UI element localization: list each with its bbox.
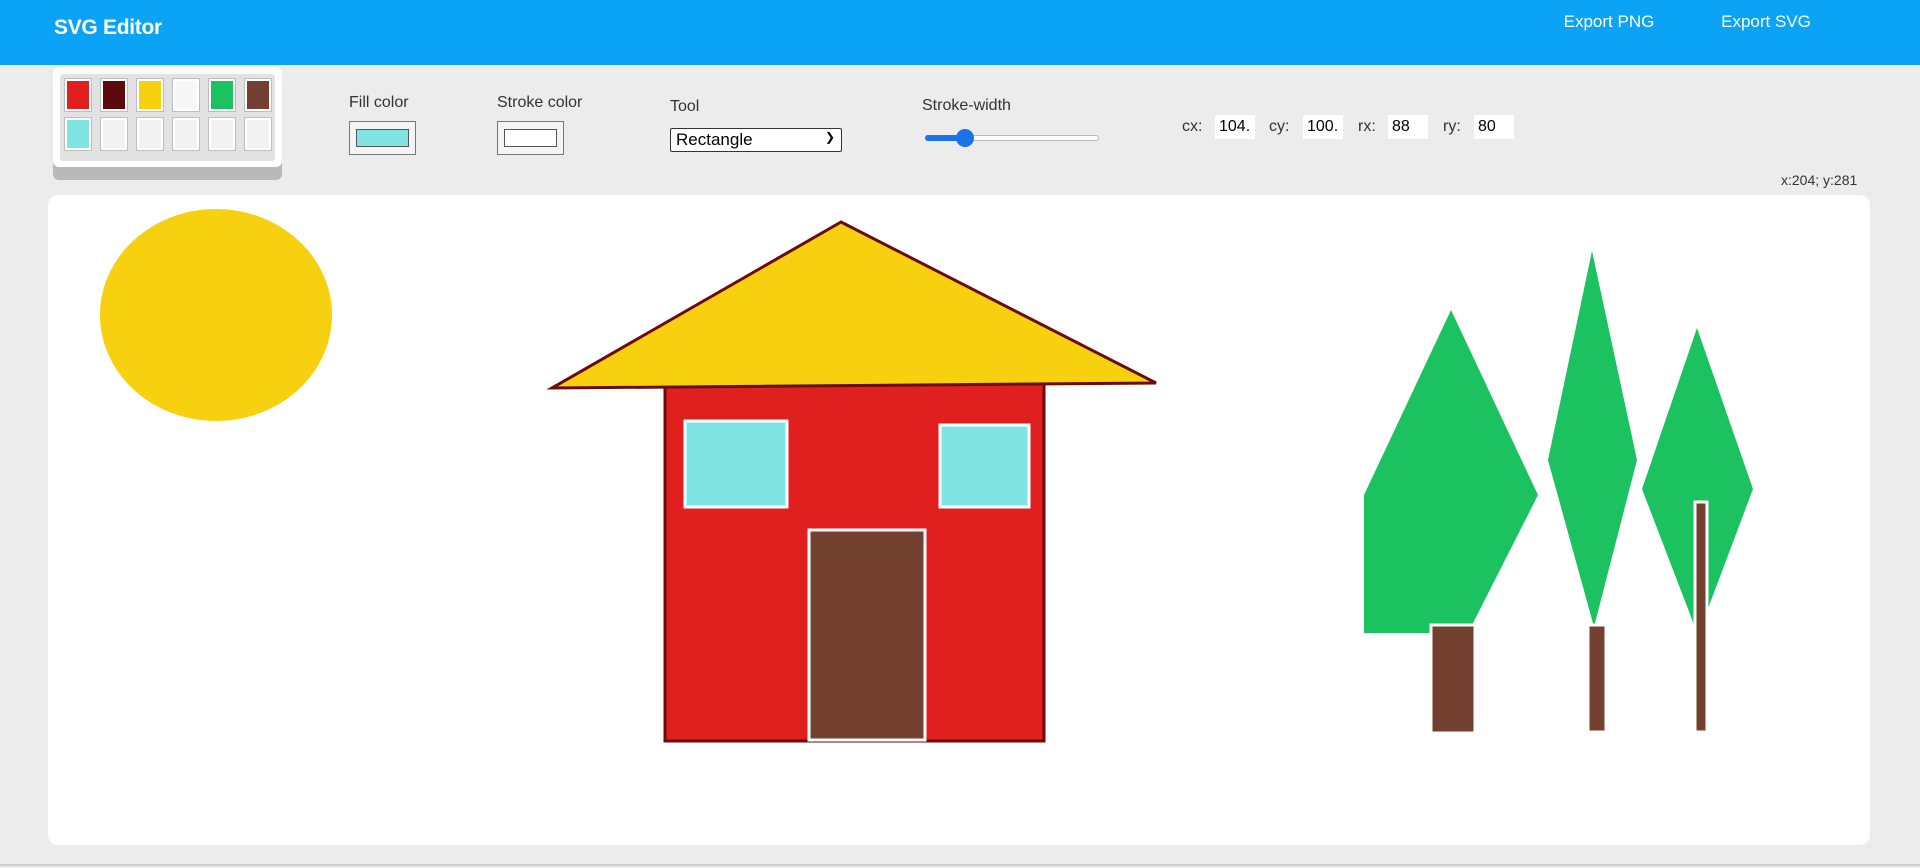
stroke-color-preview [504,129,557,147]
palette-swatch-11[interactable] [208,117,236,151]
door-rect[interactable] [807,528,927,742]
palette-swatch-6[interactable] [244,78,272,112]
stroke-width-slider[interactable] [925,129,1099,147]
canvas-svg[interactable] [48,195,1870,845]
tree-trunk-1[interactable] [1429,623,1477,735]
stroke-color-picker[interactable] [497,121,564,155]
palette-swatch-1[interactable] [64,78,92,112]
window-left[interactable] [683,419,789,509]
app-title: SVG Editor [54,16,162,39]
fill-color-preview [356,129,409,147]
cx-input[interactable] [1215,115,1255,139]
tool-label: Tool [670,98,700,115]
palette-swatch-3[interactable] [136,78,164,112]
palette-swatch-10[interactable] [172,117,200,151]
fill-color-picker[interactable] [349,121,416,155]
palette-swatch-8[interactable] [100,117,128,151]
palette-swatch-12[interactable] [244,117,272,151]
cy-label: cy: [1269,118,1290,135]
palette-swatch-2[interactable] [100,78,128,112]
tree-foliage-1[interactable] [1364,310,1538,633]
tree-trunk-3[interactable] [1693,500,1709,734]
rx-input[interactable] [1388,115,1428,139]
sun-ellipse[interactable] [98,207,334,423]
palette-swatch-7[interactable] [64,117,92,151]
palette-grid [60,74,275,161]
tool-select-value: Rectangle [676,130,753,149]
ry-label: ry: [1443,118,1461,135]
fill-color-label: Fill color [349,94,409,111]
stroke-width-label: Stroke-width [922,97,1011,114]
bottom-divider [0,864,1920,866]
app-header: SVG Editor Export PNG Export SVG [0,0,1920,65]
slider-thumb[interactable] [956,129,975,147]
cx-label: cx: [1182,118,1203,135]
stroke-color-label: Stroke color [497,94,583,111]
color-palette [53,67,282,180]
ry-input[interactable] [1474,115,1514,139]
palette-swatch-4[interactable] [172,78,200,112]
export-svg-button[interactable]: Export SVG [1711,11,1821,32]
rx-label: rx: [1358,118,1376,135]
chevron-down-icon: ❯ [824,130,835,144]
palette-swatch-9[interactable] [136,117,164,151]
cy-input[interactable] [1303,115,1343,139]
window-right[interactable] [938,423,1031,509]
tool-select[interactable]: Rectangle ❯ [670,128,842,152]
house-roof-triangle[interactable] [546,220,1157,390]
tree-trunk-2[interactable] [1586,623,1608,734]
export-png-button[interactable]: Export PNG [1554,11,1664,32]
drawing-canvas[interactable] [48,195,1870,845]
palette-swatch-5[interactable] [208,78,236,112]
cursor-coordinates: x:204; y:281 [1781,172,1858,188]
tree-foliage-2[interactable] [1548,251,1637,627]
